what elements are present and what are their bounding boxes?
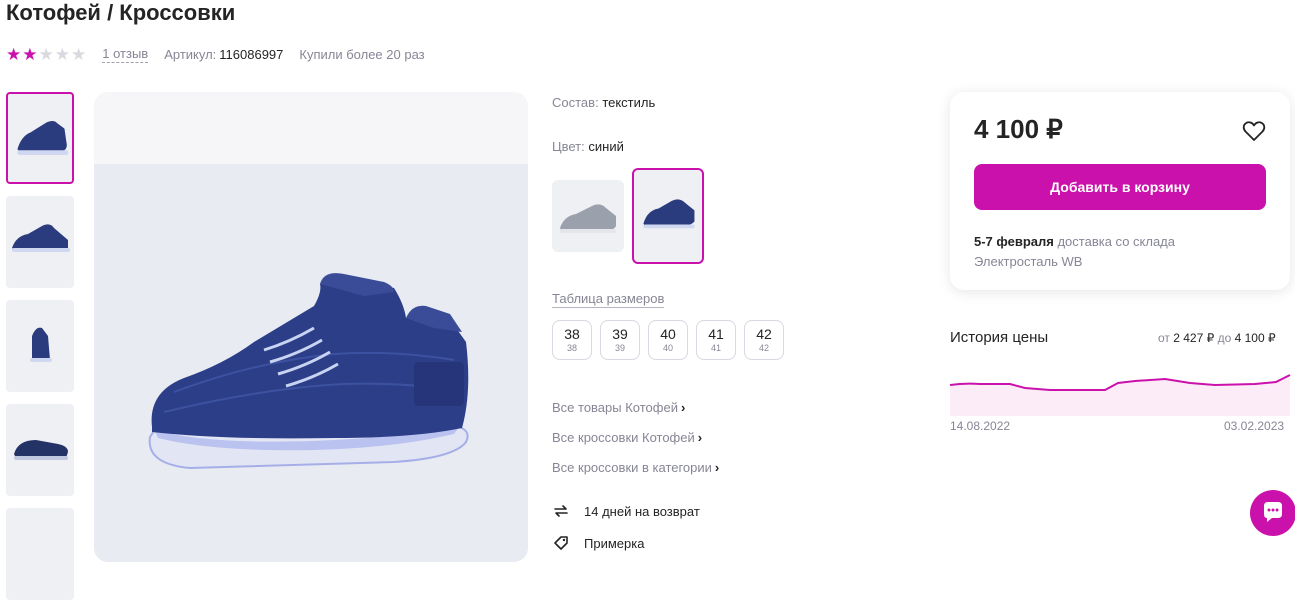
fitting-text: Примерка [584, 535, 645, 551]
all-brand-sneakers-link[interactable]: Все кроссовки Котофей › [552, 430, 702, 445]
add-to-cart-button[interactable]: Добавить в корзину [974, 164, 1266, 210]
size-option[interactable]: 40 40 [648, 320, 688, 360]
thumbnail-5[interactable] [6, 508, 74, 600]
article-label: Артикул: [164, 46, 217, 62]
range-from-label: от [1158, 331, 1170, 345]
chevron-right-icon: › [697, 430, 703, 445]
thumbnail-3[interactable] [6, 300, 74, 392]
price-area [950, 375, 1290, 416]
sneaker-thumbnail-image [643, 199, 695, 229]
sneaker-thumbnail-image [17, 121, 69, 155]
article-value[interactable]: 116086997 [219, 47, 283, 62]
size-ru: 39 [614, 343, 625, 353]
size-ru: 38 [566, 343, 577, 353]
return-feature: 14 дней на возврат [552, 502, 700, 520]
sneaker-thumbnail-image [12, 224, 70, 252]
category-sneakers-link[interactable]: Все кроссовки в категории › [552, 460, 719, 475]
price-history-range: от 2 427 ₽ до 4 100 ₽ [1158, 331, 1276, 345]
rating-stars[interactable]: ★ ★ ★ ★ ★ [6, 46, 86, 63]
warehouse: Электросталь WB [974, 254, 1083, 269]
sneaker-image [148, 273, 469, 470]
size-value: 38 [564, 326, 580, 342]
size-selector: 38 38 39 39 40 40 41 41 42 42 [552, 320, 784, 360]
chevron-right-icon: › [680, 400, 686, 415]
size-option[interactable]: 38 38 [552, 320, 592, 360]
size-table-link[interactable]: Таблица размеров [552, 291, 665, 308]
history-end-date: 03.02.2023 [1224, 419, 1285, 433]
chat-button[interactable] [1250, 490, 1295, 536]
delivery-text: доставка со склада [1057, 234, 1175, 249]
composition-value: текстиль [602, 95, 656, 110]
thumbnail-1[interactable] [6, 92, 74, 184]
chat-icon [1264, 502, 1282, 522]
size-value: 42 [756, 326, 772, 342]
link-label: Все кроссовки Котофей [552, 430, 695, 445]
tag-icon [554, 536, 568, 550]
color-label: Цвет: [552, 139, 585, 154]
size-option[interactable]: 39 39 [600, 320, 640, 360]
return-text: 14 дней на возврат [584, 503, 700, 519]
size-ru: 41 [710, 343, 721, 353]
main-product-image[interactable] [94, 92, 528, 562]
price-history-title: История цены [950, 329, 1049, 346]
delivery-info: 5-7 февраля доставка со склада Электрост… [974, 232, 1175, 272]
price-card: 4 100 ₽ Добавить в корзину 5-7 февраля д… [950, 92, 1290, 290]
star-icon: ★ [22, 44, 38, 64]
size-value: 41 [708, 326, 724, 342]
heart-icon[interactable] [1242, 120, 1266, 142]
thumbnail-list [6, 92, 76, 612]
delivery-date: 5-7 февраля [974, 234, 1054, 249]
size-value: 39 [612, 326, 628, 342]
all-brand-goods-link[interactable]: Все товары Котофей › [552, 400, 685, 415]
color-row: Цвет: синий [552, 139, 624, 154]
fitting-feature: Примерка [552, 534, 644, 552]
thumbnail-2[interactable] [6, 196, 74, 288]
bought-count: Купили более 20 раз [299, 46, 425, 62]
link-label: Все кроссовки в категории [552, 460, 712, 475]
reviews-link[interactable]: 1 отзыв [102, 46, 149, 63]
sneaker-thumbnail-image [30, 327, 52, 362]
color-swatch-blue[interactable] [632, 168, 704, 264]
return-arrows-icon [554, 505, 568, 517]
size-value: 40 [660, 326, 676, 342]
size-option[interactable]: 41 41 [696, 320, 736, 360]
history-start-date: 14.08.2022 [950, 419, 1011, 433]
sneaker-thumbnail-image [560, 204, 616, 233]
star-icon: ★ [6, 44, 22, 64]
range-min: 2 427 ₽ [1173, 331, 1215, 345]
star-icon: ★ [71, 44, 87, 64]
composition-label: Состав: [552, 95, 599, 110]
sneaker-thumbnail-image [14, 440, 68, 460]
star-icon: ★ [38, 44, 54, 64]
product-meta: ★ ★ ★ ★ ★ 1 отзыв Артикул: 116086997 Куп… [6, 44, 425, 64]
composition-row: Состав: текстиль [552, 95, 655, 110]
price: 4 100 ₽ [974, 114, 1063, 144]
range-max: 4 100 ₽ [1234, 331, 1276, 345]
star-icon: ★ [54, 44, 70, 64]
size-ru: 40 [662, 343, 673, 353]
color-swatch-grey[interactable] [552, 180, 624, 252]
price-history-chart[interactable] [950, 366, 1292, 416]
size-ru: 42 [758, 343, 769, 353]
thumbnail-4[interactable] [6, 404, 74, 496]
color-value: синий [588, 139, 624, 154]
link-label: Все товары Котофей [552, 400, 678, 415]
chevron-right-icon: › [714, 460, 720, 475]
size-option[interactable]: 42 42 [744, 320, 784, 360]
product-title: Котофей / Кроссовки [6, 0, 236, 25]
range-to-label: до [1217, 331, 1232, 345]
